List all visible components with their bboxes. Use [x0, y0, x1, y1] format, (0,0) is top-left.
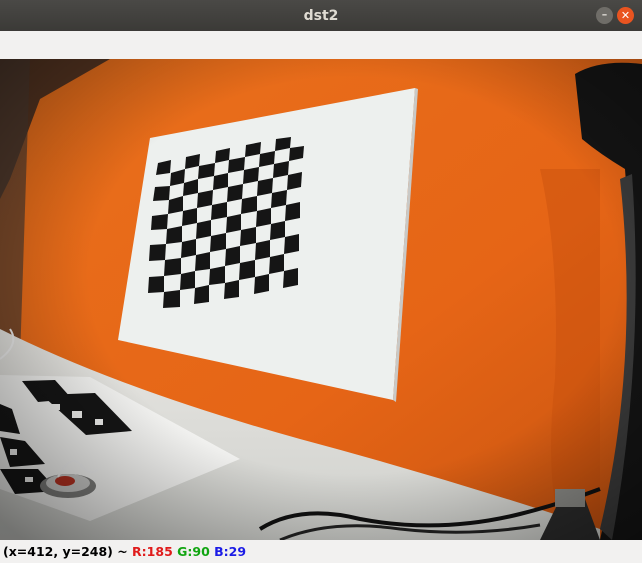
window-title: dst2	[303, 7, 339, 24]
status-bar: (x=412, y=248) ~ R:185 G:90 B:29	[0, 540, 642, 563]
title-bar[interactable]: dst2 – ✕	[0, 0, 642, 31]
camera-image[interactable]	[0, 59, 642, 540]
toolbar-area	[0, 31, 642, 59]
image-viewer-window: dst2 – ✕ (x=412, y=248) ~ R:185 G:90 B:2…	[0, 0, 642, 563]
close-icon: ✕	[620, 9, 631, 22]
minimize-button[interactable]: –	[596, 7, 613, 24]
status-green-value: G:90	[177, 544, 210, 559]
status-red-value: R:185	[132, 544, 173, 559]
status-coordinates: (x=412, y=248) ~	[3, 544, 133, 559]
close-button[interactable]: ✕	[617, 7, 634, 24]
minimize-icon: –	[601, 8, 608, 21]
status-blue-value: B:29	[214, 544, 247, 559]
camera-frame-graphic	[0, 59, 642, 540]
